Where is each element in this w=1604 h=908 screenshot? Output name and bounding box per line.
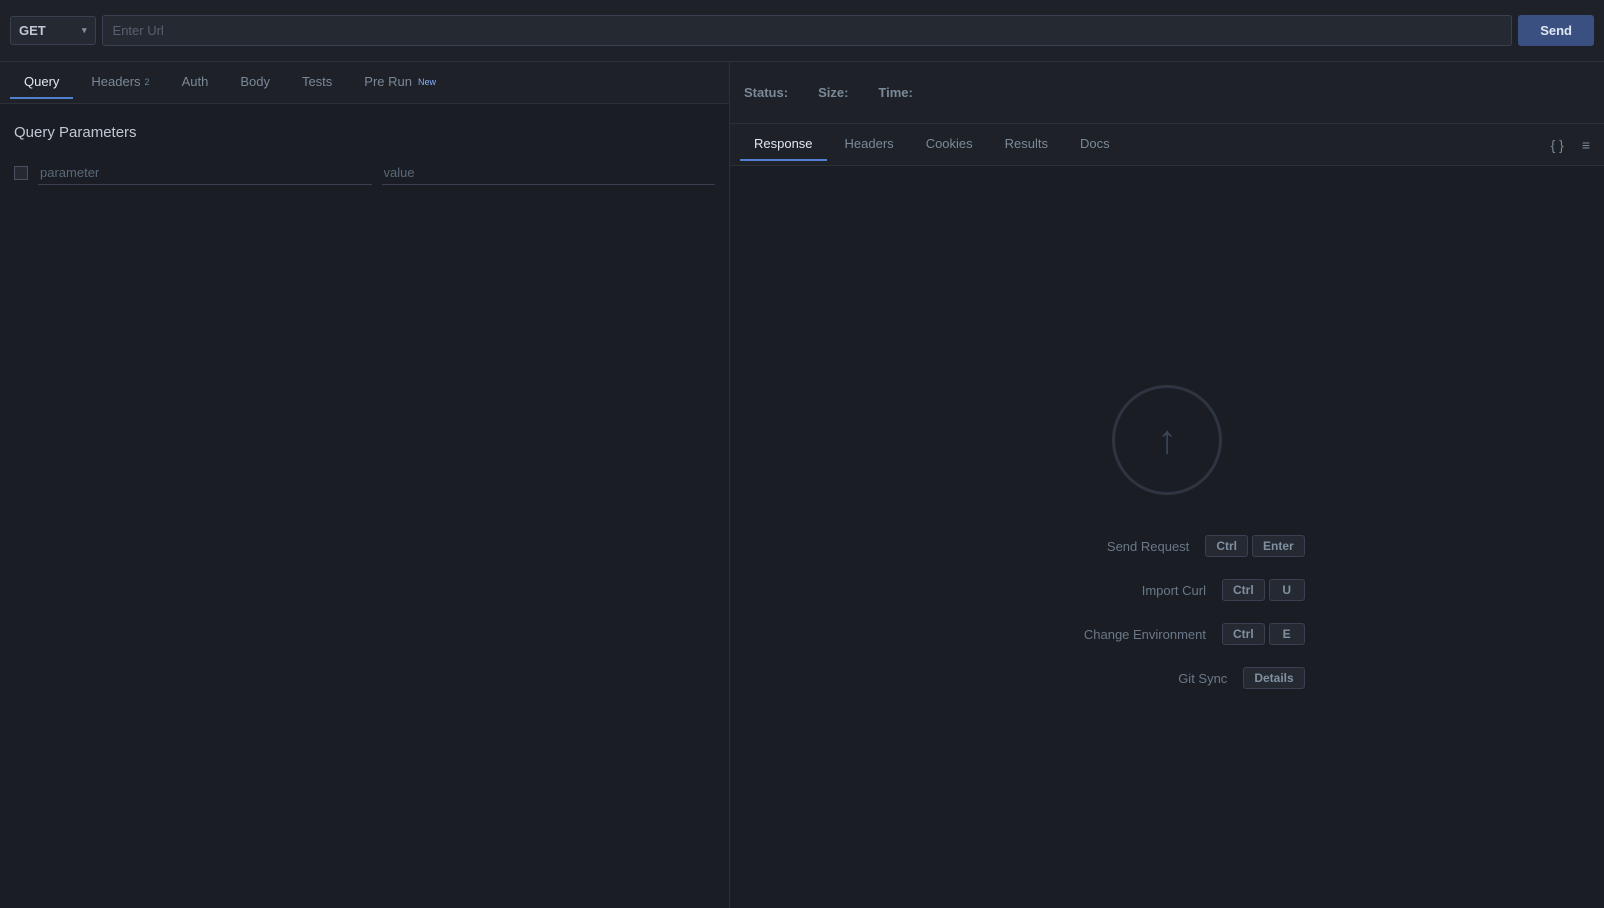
key-u: U: [1269, 579, 1305, 601]
size-label: Size:: [818, 85, 848, 100]
response-tabs-right: { } ≡: [1547, 133, 1594, 157]
shortcuts-container: Send Request Ctrl Enter Import Curl Ctrl…: [1029, 535, 1304, 689]
send-arrow-icon: ↑: [1157, 418, 1177, 463]
tab-headers[interactable]: Headers2: [77, 66, 163, 99]
response-tabs-bar: Response Headers Cookies Results Docs { …: [730, 124, 1604, 166]
url-input[interactable]: [102, 15, 1513, 46]
left-tabs-bar: Query Headers2 Auth Body Tests Pre Run N…: [0, 62, 729, 104]
method-dropdown[interactable]: GET POST PUT DELETE PATCH HEAD OPTIONS: [19, 23, 78, 38]
key-enter: Enter: [1252, 535, 1305, 557]
tab-results[interactable]: Results: [991, 128, 1062, 161]
tab-prerun[interactable]: Pre Run New: [350, 66, 450, 99]
shortcut-git-sync-keys: Details: [1243, 667, 1304, 689]
method-select[interactable]: GET POST PUT DELETE PATCH HEAD OPTIONS ▾: [10, 16, 96, 45]
menu-icon-button[interactable]: ≡: [1578, 133, 1594, 157]
tab-tests[interactable]: Tests: [288, 66, 346, 99]
key-ctrl-2: Ctrl: [1222, 579, 1265, 601]
shortcut-change-env: Change Environment Ctrl E: [1046, 623, 1305, 645]
shortcut-import-label: Import Curl: [1046, 583, 1206, 598]
tab-response-headers[interactable]: Headers: [831, 128, 908, 161]
param-value-input[interactable]: [382, 161, 716, 185]
tab-docs[interactable]: Docs: [1066, 128, 1124, 161]
right-panel: Status: Size: Time: Response Headers Coo…: [730, 62, 1604, 908]
prerun-new-badge: New: [418, 77, 436, 87]
tab-auth[interactable]: Auth: [168, 66, 223, 99]
tab-cookies[interactable]: Cookies: [912, 128, 987, 161]
tab-query[interactable]: Query: [10, 66, 73, 99]
top-bar: GET POST PUT DELETE PATCH HEAD OPTIONS ▾…: [0, 0, 1604, 62]
shortcut-send-request: Send Request Ctrl Enter: [1029, 535, 1304, 557]
send-button[interactable]: Send: [1518, 15, 1594, 46]
headers-badge: 2: [145, 77, 150, 87]
shortcut-import-keys: Ctrl U: [1222, 579, 1305, 601]
braces-icon-button[interactable]: { }: [1547, 133, 1568, 157]
key-ctrl-3: Ctrl: [1222, 623, 1265, 645]
shortcut-change-env-label: Change Environment: [1046, 627, 1206, 642]
key-ctrl-1: Ctrl: [1205, 535, 1248, 557]
tab-body[interactable]: Body: [226, 66, 284, 99]
key-details[interactable]: Details: [1243, 667, 1304, 689]
status-info: Status: Size: Time:: [744, 85, 913, 100]
param-key-input[interactable]: [38, 161, 372, 185]
response-body: ↑ Send Request Ctrl Enter Import Curl Ct…: [730, 166, 1604, 908]
response-header-bar: Status: Size: Time:: [730, 62, 1604, 124]
chevron-down-icon: ▾: [82, 25, 87, 36]
left-panel: Query Headers2 Auth Body Tests Pre Run N…: [0, 62, 730, 908]
tab-response[interactable]: Response: [740, 128, 827, 161]
shortcut-send-label: Send Request: [1029, 539, 1189, 554]
key-e: E: [1269, 623, 1305, 645]
status-label: Status:: [744, 85, 788, 100]
placeholder-icon: ↑: [1112, 385, 1222, 495]
time-label: Time:: [878, 85, 912, 100]
param-row: [14, 161, 715, 185]
shortcut-change-env-keys: Ctrl E: [1222, 623, 1305, 645]
shortcut-import-curl: Import Curl Ctrl U: [1046, 579, 1305, 601]
shortcut-git-sync: Git Sync Details: [1067, 667, 1304, 689]
param-checkbox[interactable]: [14, 166, 28, 180]
shortcut-git-sync-label: Git Sync: [1067, 671, 1227, 686]
app-container: GET POST PUT DELETE PATCH HEAD OPTIONS ▾…: [0, 0, 1604, 908]
query-panel: Query Parameters: [0, 104, 729, 908]
shortcut-send-keys: Ctrl Enter: [1205, 535, 1304, 557]
main-content: Query Headers2 Auth Body Tests Pre Run N…: [0, 62, 1604, 908]
query-parameters-title: Query Parameters: [14, 124, 715, 141]
